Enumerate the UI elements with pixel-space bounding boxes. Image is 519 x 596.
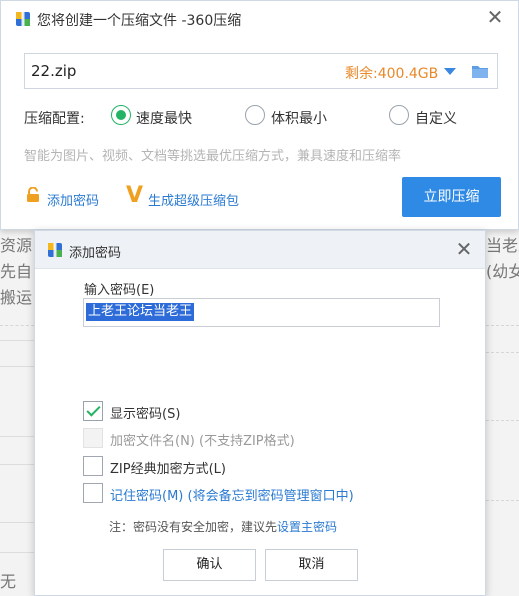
- background-text: 无: [0, 572, 17, 591]
- security-note: 注：密码没有安全加密，建议先设置主密码: [109, 518, 337, 535]
- compress-window: 您将创建一个压缩文件 -360压缩 ✕ 22.zip 剩余:400.4GB 压缩…: [0, 0, 519, 230]
- lock-icon[interactable]: [26, 187, 40, 203]
- radio-smallest-label[interactable]: 体积最小: [271, 108, 327, 128]
- background-text: 搬运: [0, 288, 33, 307]
- show-password-checkbox[interactable]: [83, 401, 103, 421]
- super-package-icon[interactable]: V: [126, 183, 143, 208]
- output-path-field[interactable]: 22.zip 剩余:400.4GB: [24, 53, 498, 89]
- background-divider: [486, 500, 519, 501]
- zip-classic-encryption-checkbox[interactable]: [83, 456, 103, 476]
- background-divider: [0, 552, 34, 553]
- show-password-label[interactable]: 显示密码(S): [110, 403, 180, 422]
- background-divider: [486, 420, 519, 421]
- background-divider: [0, 436, 34, 437]
- compress-now-button[interactable]: 立即压缩: [402, 177, 501, 217]
- background-text: 资源: [0, 236, 33, 255]
- zip-classic-encryption-label[interactable]: ZIP经典加密方式(L): [110, 458, 226, 477]
- archive-app-icon: [16, 12, 30, 26]
- background-divider: [0, 325, 34, 326]
- cancel-button[interactable]: 取消: [265, 549, 358, 581]
- radio-fastest-label[interactable]: 速度最快: [136, 108, 192, 128]
- close-icon[interactable]: ✕: [484, 6, 506, 28]
- background-divider: [0, 340, 34, 341]
- radio-smallest[interactable]: [245, 105, 265, 125]
- password-input[interactable]: 上老王论坛当老王: [83, 298, 440, 327]
- dropdown-triangle-icon[interactable]: [443, 64, 457, 78]
- add-password-link[interactable]: 添加密码: [47, 190, 99, 209]
- compression-hint: 智能为图片、视频、文档等挑选最优压缩方式，兼具速度和压缩率: [24, 149, 402, 164]
- close-icon[interactable]: ✕: [453, 238, 475, 260]
- background-divider: [486, 325, 519, 326]
- archive-app-icon: [48, 243, 62, 257]
- add-password-dialog: 添加密码 ✕ 输入密码(E) 上老王论坛当老王 显示密码(S) 加密文件名(N)…: [34, 230, 486, 596]
- super-package-link[interactable]: 生成超级压缩包: [148, 190, 239, 209]
- encrypt-filenames-checkbox: [83, 428, 103, 448]
- compression-config-label: 压缩配置:: [24, 111, 85, 127]
- remember-password-checkbox[interactable]: [83, 483, 103, 503]
- output-path-value[interactable]: 22.zip: [31, 62, 76, 80]
- radio-custom[interactable]: [389, 105, 409, 125]
- password-input-value[interactable]: 上老王论坛当老王: [86, 303, 195, 321]
- password-input-label: 输入密码(E): [84, 283, 155, 298]
- encrypt-filenames-label: 加密文件名(N) (不支持ZIP格式): [110, 434, 295, 449]
- window-title: 您将创建一个压缩文件 -360压缩: [37, 13, 242, 29]
- dialog-title: 添加密码: [69, 246, 122, 261]
- background-text: 当老王: [486, 236, 519, 255]
- background-text: (幼女: [486, 262, 519, 281]
- background-divider: [0, 522, 34, 523]
- set-master-password-link[interactable]: 设置主密码: [277, 520, 337, 534]
- title-bar: 您将创建一个压缩文件 -360压缩 ✕: [1, 1, 518, 37]
- background-divider: [0, 464, 34, 465]
- radio-fastest[interactable]: [111, 105, 131, 125]
- folder-icon[interactable]: [471, 63, 489, 79]
- background-divider: [486, 352, 519, 353]
- remember-password-label[interactable]: 记住密码(M) (将会备忘到密码管理窗口中): [110, 485, 354, 504]
- remaining-space: 剩余:400.4GB: [345, 66, 439, 82]
- radio-custom-label[interactable]: 自定义: [415, 108, 457, 128]
- dialog-title-bar: 添加密码 ✕: [35, 231, 485, 269]
- confirm-button[interactable]: 确认: [163, 549, 256, 581]
- security-note-text: 注：密码没有安全加密，建议先: [109, 520, 278, 534]
- background-divider: [0, 366, 34, 367]
